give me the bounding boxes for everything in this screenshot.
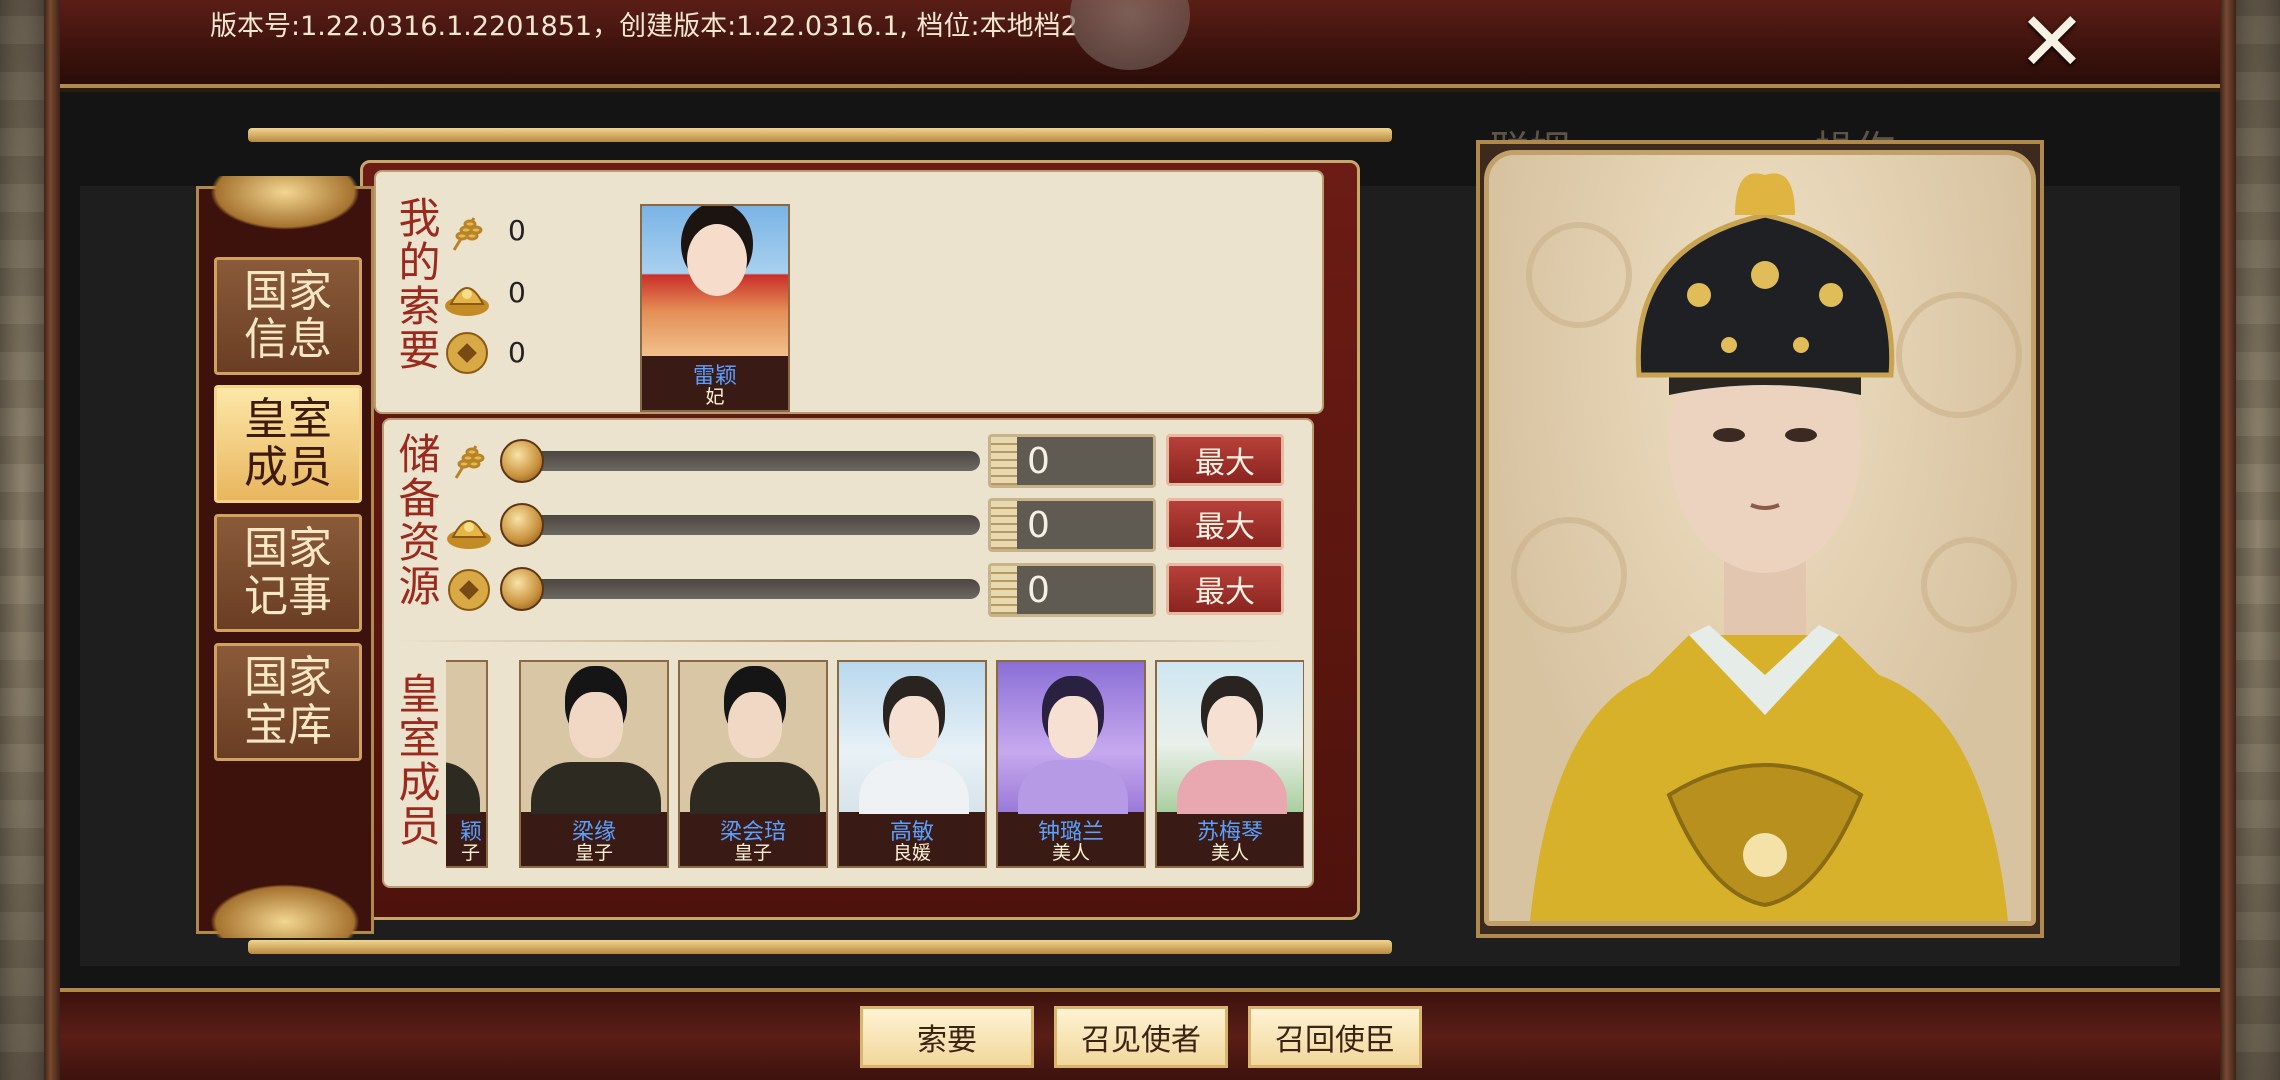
coin-icon <box>444 565 494 615</box>
version-info: 版本号:1.22.0316.1.2201851，创建版本:1.22.0316.1… <box>210 11 1078 42</box>
sidebar-top-ornament <box>210 176 360 230</box>
member-portrait <box>998 662 1144 814</box>
grain-slider[interactable] <box>502 451 980 471</box>
member-portrait <box>446 662 486 814</box>
coin-max-button[interactable]: 最大 <box>1166 563 1284 615</box>
my-request-label: 我的索要 <box>392 196 441 372</box>
member-rank: 子 <box>460 842 480 864</box>
calculator-icon <box>991 437 1017 485</box>
member-rank: 美人 <box>1051 842 1090 864</box>
coin-amount: 0 <box>1027 569 1050 611</box>
member-rank: 皇子 <box>574 842 613 864</box>
grain-icon <box>442 208 492 258</box>
right-wall <box>2236 0 2280 1080</box>
member-portrait <box>521 662 667 814</box>
member-portrait <box>1157 662 1303 814</box>
coin-amount-field[interactable]: 0 <box>988 563 1156 617</box>
top-bar: 版本号:1.22.0316.1.2201851，创建版本:1.22.0316.1… <box>60 0 2220 88</box>
close-button[interactable]: ✕ <box>2012 2 2092 84</box>
gold-slider[interactable] <box>502 515 980 535</box>
member-card[interactable]: 高敏 良媛 <box>837 660 987 868</box>
gold-max-button[interactable]: 最大 <box>1166 498 1284 550</box>
gold-amount: 0 <box>1027 504 1050 546</box>
frame-bottom-trim <box>248 940 1392 954</box>
member-card[interactable]: 梁会琣 皇子 <box>678 660 828 868</box>
royal-members-list[interactable]: 颖 子 梁缘 皇子 梁会琣 皇子 高敏 良媛 钟璐兰 美人 苏梅琴 美人 <box>446 658 1304 870</box>
request-grain-value: 0 <box>508 214 526 247</box>
member-rank: 皇子 <box>733 842 772 864</box>
calculator-icon <box>991 501 1017 549</box>
sidebar-item-royal-members[interactable]: 皇室 成员 <box>214 385 362 503</box>
request-button[interactable]: 索要 <box>860 1006 1034 1068</box>
coin-slider[interactable] <box>502 579 980 599</box>
grain-amount: 0 <box>1027 440 1050 482</box>
left-wall <box>0 0 44 1080</box>
gold-amount-field[interactable]: 0 <box>988 498 1156 552</box>
grain-max-button[interactable]: 最大 <box>1166 434 1284 486</box>
grain-amount-field[interactable]: 0 <box>988 434 1156 488</box>
request-coin-value: 0 <box>508 336 526 369</box>
sidebar-bottom-ornament <box>210 884 360 938</box>
member-portrait <box>839 662 985 814</box>
sidebar-item-national-chronicle[interactable]: 国家 记事 <box>214 514 362 632</box>
coin-icon <box>442 328 492 378</box>
section-divider <box>390 640 1290 642</box>
grain-slider-handle[interactable] <box>500 439 544 483</box>
consort-rank: 妃 <box>705 386 725 408</box>
coin-slider-handle[interactable] <box>500 567 544 611</box>
gold-slider-handle[interactable] <box>500 503 544 547</box>
request-gold-value: 0 <box>508 276 526 309</box>
calculator-icon <box>991 566 1017 614</box>
member-portrait <box>680 662 826 814</box>
right-pillar <box>2220 0 2236 1080</box>
royal-members-label: 皇室成员 <box>392 672 441 848</box>
member-card[interactable]: 苏梅琴 美人 <box>1155 660 1304 868</box>
consort-portrait <box>642 206 788 356</box>
left-pillar <box>44 0 60 1080</box>
pull-tab[interactable] <box>1070 0 1190 70</box>
sidebar-item-national-treasury[interactable]: 国家 宝库 <box>214 643 362 761</box>
grain-icon <box>444 436 494 486</box>
member-card[interactable]: 梁缘 皇子 <box>519 660 669 868</box>
close-x-icon: ✕ <box>2017 0 2087 90</box>
emperor-illustration <box>1511 173 2022 921</box>
member-card[interactable]: 颖 子 <box>446 660 488 868</box>
member-rank: 美人 <box>1210 842 1249 864</box>
reserve-label: 储备资源 <box>392 432 441 608</box>
emperor-portrait <box>1484 150 2036 926</box>
gold-ingot-icon <box>444 500 494 552</box>
summon-envoy-button[interactable]: 召见使者 <box>1054 1006 1228 1068</box>
recall-envoy-button[interactable]: 召回使臣 <box>1248 1006 1422 1068</box>
member-rank: 良媛 <box>892 842 931 864</box>
member-card[interactable]: 钟璐兰 美人 <box>996 660 1146 868</box>
gold-ingot-icon <box>442 266 492 320</box>
sidebar-item-national-info[interactable]: 国家 信息 <box>214 257 362 375</box>
frame-top-trim <box>248 128 1392 142</box>
consort-card[interactable]: 雷颖 妃 <box>640 204 790 412</box>
